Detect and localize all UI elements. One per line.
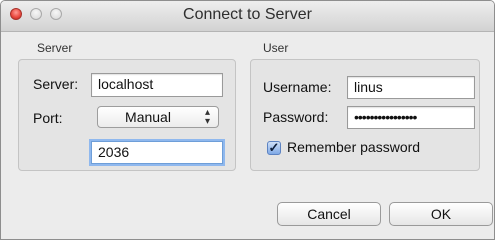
ok-button[interactable]: OK [389, 202, 493, 226]
cancel-button[interactable]: Cancel [277, 202, 381, 226]
port-mode-popup[interactable]: Manual ▴ ▾ [97, 106, 219, 128]
password-label: Password: [263, 109, 329, 125]
remember-password-label[interactable]: Remember password [287, 139, 420, 155]
username-field[interactable]: linus [347, 76, 475, 99]
port-label: Port: [33, 110, 63, 126]
window-title: Connect to Server [183, 6, 312, 23]
server-group-title: Server [37, 41, 73, 55]
connect-dialog-window: Connect to Server Server Server: localho… [0, 0, 495, 240]
password-field[interactable]: •••••••••••••••• [347, 106, 475, 129]
port-mode-value: Manual [125, 109, 171, 125]
server-field[interactable]: localhost [91, 73, 223, 97]
server-label: Server: [33, 76, 79, 92]
port-number-field[interactable]: 2036 [91, 141, 223, 164]
user-group-title: User [263, 41, 289, 55]
username-label: Username: [263, 79, 332, 95]
title-bar[interactable]: Connect to Server [1, 1, 494, 32]
updown-arrows-icon: ▴ ▾ [204, 107, 210, 127]
remember-password-checkbox[interactable]: ✓ [267, 141, 281, 155]
server-groupbox: Server: localhost Port: Manual ▴ ▾ 2036 [18, 59, 236, 171]
user-groupbox: Username: linus Password: ••••••••••••••… [250, 59, 480, 171]
checkmark-icon: ✓ [268, 140, 280, 155]
